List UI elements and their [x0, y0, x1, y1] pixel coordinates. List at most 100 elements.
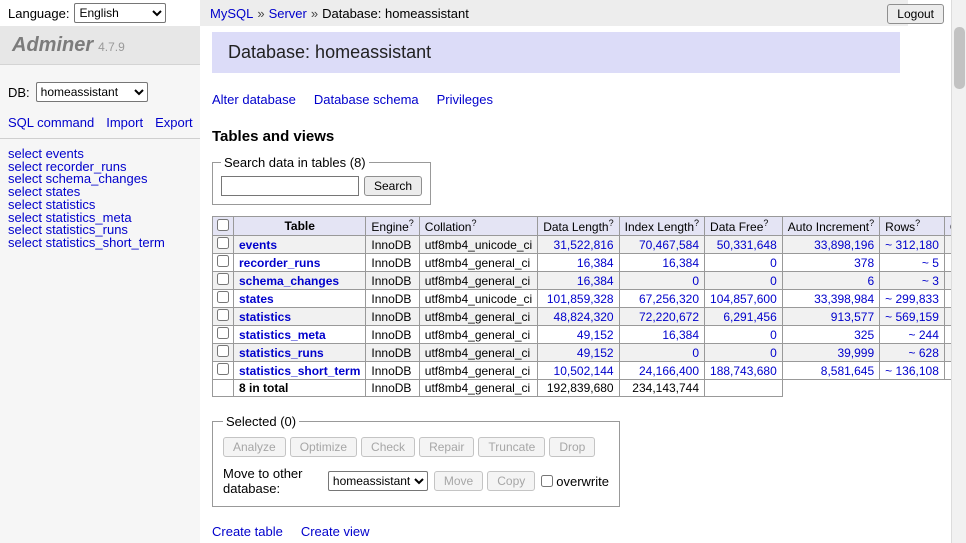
data-free-link[interactable]: 50,331,648: [717, 238, 777, 252]
logout-button[interactable]: Logout: [887, 4, 944, 24]
select-all-checkbox[interactable]: [217, 219, 229, 231]
rows-link[interactable]: ~ 3: [922, 274, 939, 288]
data-free-link[interactable]: 0: [770, 346, 777, 360]
sidebar-link-import[interactable]: Import: [106, 115, 143, 130]
row-checkbox[interactable]: [217, 273, 229, 285]
data-length-link[interactable]: 31,522,816: [554, 238, 614, 252]
data-free-link[interactable]: 0: [770, 274, 777, 288]
help-link[interactable]: ?: [915, 218, 920, 228]
index-length-link[interactable]: 0: [692, 346, 699, 360]
breadcrumb-mysql-link[interactable]: MySQL: [210, 6, 253, 21]
rows-link[interactable]: ~ 569,159: [885, 310, 939, 324]
move-db-select[interactable]: homeassistant: [328, 471, 428, 491]
comment-cell: [944, 344, 951, 362]
sidebar-select-statistics-short-term[interactable]: select statistics_short_term: [8, 237, 192, 250]
data-length-link[interactable]: 49,152: [577, 346, 614, 360]
rows-link[interactable]: ~ 628: [909, 346, 939, 360]
db-select[interactable]: homeassistant: [36, 82, 148, 102]
index-length-link[interactable]: 72,220,672: [639, 310, 699, 324]
vertical-scrollbar[interactable]: [951, 0, 966, 543]
index-length-link[interactable]: 70,467,584: [639, 238, 699, 252]
row-checkbox[interactable]: [217, 237, 229, 249]
table-link-schema-changes[interactable]: schema_changes: [239, 274, 339, 288]
table-link-statistics-meta[interactable]: statistics_meta: [239, 328, 326, 342]
data-length-link[interactable]: 10,502,144: [554, 364, 614, 378]
engine-cell: InnoDB: [366, 236, 419, 254]
check-button[interactable]: Check: [361, 437, 415, 457]
auto-increment-link[interactable]: 325: [854, 328, 874, 342]
data-free-link[interactable]: 6,291,456: [723, 310, 776, 324]
truncate-button[interactable]: Truncate: [478, 437, 545, 457]
help-link[interactable]: ?: [869, 218, 874, 228]
table-link-recorder-runs[interactable]: recorder_runs: [239, 256, 320, 270]
row-checkbox[interactable]: [217, 327, 229, 339]
move-button[interactable]: Move: [434, 471, 483, 491]
index-length-link[interactable]: 24,166,400: [639, 364, 699, 378]
auto-increment-link[interactable]: 378: [854, 256, 874, 270]
comment-cell: [944, 362, 951, 380]
table-link-statistics-runs[interactable]: statistics_runs: [239, 346, 324, 360]
index-length-link[interactable]: 16,384: [662, 256, 699, 270]
analyze-button[interactable]: Analyze: [223, 437, 286, 457]
repair-button[interactable]: Repair: [419, 437, 474, 457]
action-database-schema[interactable]: Database schema: [314, 92, 419, 107]
table-link-statistics[interactable]: statistics: [239, 310, 291, 324]
rows-link[interactable]: ~ 244: [909, 328, 939, 342]
help-link[interactable]: ?: [694, 218, 699, 228]
rows-link[interactable]: ~ 5: [922, 256, 939, 270]
table-link-statistics-short-term[interactable]: statistics_short_term: [239, 364, 360, 378]
drop-button[interactable]: Drop: [549, 437, 595, 457]
sidebar-link-export[interactable]: Export: [155, 115, 193, 130]
row-checkbox[interactable]: [217, 291, 229, 303]
help-link[interactable]: ?: [471, 218, 476, 228]
copy-button[interactable]: Copy: [487, 471, 535, 491]
help-link[interactable]: ?: [763, 218, 768, 228]
data-length-link[interactable]: 48,824,320: [554, 310, 614, 324]
sidebar-link-sql-command[interactable]: SQL command: [8, 115, 94, 130]
auto-increment-link[interactable]: 33,898,196: [814, 238, 874, 252]
data-free-link[interactable]: 104,857,600: [710, 292, 777, 306]
engine-cell: InnoDB: [366, 362, 419, 380]
action-alter-database[interactable]: Alter database: [212, 92, 296, 107]
index-length-link[interactable]: 16,384: [662, 328, 699, 342]
rows-link[interactable]: ~ 136,108: [885, 364, 939, 378]
overwrite-checkbox[interactable]: [541, 475, 553, 487]
data-free-link[interactable]: 188,743,680: [710, 364, 777, 378]
index-length-link[interactable]: 0: [692, 274, 699, 288]
search-input[interactable]: [221, 176, 359, 196]
action-privileges[interactable]: Privileges: [437, 92, 493, 107]
data-length-link[interactable]: 101,859,328: [547, 292, 614, 306]
row-checkbox[interactable]: [217, 363, 229, 375]
link-create-view[interactable]: Create view: [301, 524, 370, 539]
breadcrumb-server-link[interactable]: Server: [269, 6, 307, 21]
auto-increment-link[interactable]: 913,577: [831, 310, 874, 324]
scrollbar-thumb[interactable]: [954, 27, 965, 89]
auto-increment-link[interactable]: 39,999: [837, 346, 874, 360]
auto-increment-link[interactable]: 33,398,984: [814, 292, 874, 306]
auto-increment-link[interactable]: 6: [867, 274, 874, 288]
data-length-link[interactable]: 16,384: [577, 256, 614, 270]
table-link-events[interactable]: events: [239, 238, 277, 252]
link-create-table[interactable]: Create table: [212, 524, 283, 539]
language-select[interactable]: English: [74, 3, 166, 23]
overwrite-label[interactable]: overwrite: [556, 474, 609, 489]
table-link-states[interactable]: states: [239, 292, 274, 306]
help-link[interactable]: ?: [609, 218, 614, 228]
rows-link[interactable]: ~ 299,833: [885, 292, 939, 306]
auto-increment-link[interactable]: 8,581,645: [821, 364, 874, 378]
app-logo[interactable]: Adminer: [12, 34, 93, 56]
optimize-button[interactable]: Optimize: [290, 437, 357, 457]
data-free-link[interactable]: 0: [770, 328, 777, 342]
index-length-link[interactable]: 67,256,320: [639, 292, 699, 306]
row-checkbox[interactable]: [217, 309, 229, 321]
row-checkbox[interactable]: [217, 345, 229, 357]
data-length-link[interactable]: 49,152: [577, 328, 614, 342]
row-checkbox[interactable]: [217, 255, 229, 267]
data-free-link[interactable]: 0: [770, 256, 777, 270]
rows-link[interactable]: ~ 312,180: [885, 238, 939, 252]
search-button[interactable]: Search: [364, 176, 422, 196]
total-index-length: 234,143,744: [619, 380, 704, 397]
help-link[interactable]: ?: [409, 218, 414, 228]
data-length-link[interactable]: 16,384: [577, 274, 614, 288]
table-row: schema_changesInnoDButf8mb4_general_ci16…: [213, 272, 952, 290]
